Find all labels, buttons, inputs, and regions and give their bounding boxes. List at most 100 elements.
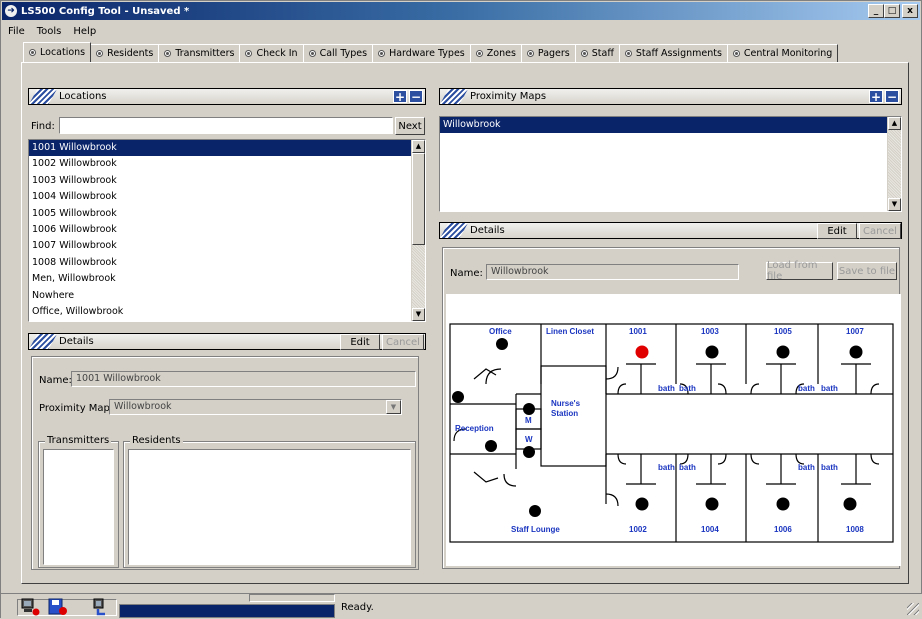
transmitters-list[interactable] (43, 449, 114, 565)
bath-label: bath (798, 384, 815, 393)
location-marker[interactable] (776, 345, 790, 359)
location-marker[interactable] (705, 345, 719, 359)
tab-check-in[interactable]: Check In (239, 44, 304, 62)
app-window: ➜ LS500 Config Tool - Unsaved * _ □ x Fi… (0, 0, 922, 619)
floor-plan-walls (449, 323, 894, 543)
window-title: LS500 Config Tool - Unsaved * (21, 5, 190, 17)
list-item[interactable]: 1003 Willowbrook (29, 173, 425, 189)
remove-map-button[interactable]: − (885, 90, 899, 103)
list-item[interactable]: 1008 Willowbrook (29, 255, 425, 271)
list-item[interactable]: Men, Willowbrook (29, 271, 425, 287)
location-cancel-button[interactable]: Cancel (382, 334, 424, 350)
tab-locations[interactable]: Locations (23, 42, 92, 62)
list-item[interactable]: 1001 Willowbrook (29, 140, 425, 157)
proximity-map-select[interactable]: Willowbrook (109, 399, 402, 415)
proximity-scrollbar[interactable]: ▲ ▼ (887, 117, 901, 211)
nurses-station-label-2: Station (551, 409, 578, 418)
mens-room-label: M (525, 416, 532, 425)
next-button[interactable]: Next (395, 117, 425, 135)
tab-hardware-types[interactable]: Hardware Types (372, 44, 471, 62)
menu-help[interactable]: Help (67, 26, 102, 37)
network-computer-icon[interactable] (21, 598, 43, 616)
find-label: Find: (31, 121, 55, 132)
proximity-map-label: Proximity Map: (39, 403, 114, 414)
location-marker[interactable] (843, 497, 857, 511)
location-marker[interactable] (635, 497, 649, 511)
status-text: Ready. (341, 602, 374, 613)
tab-bullet-icon (96, 50, 104, 57)
add-location-button[interactable]: + (393, 90, 407, 103)
menu-tools[interactable]: Tools (31, 26, 68, 37)
room-label-1002: 1002 (629, 525, 647, 534)
location-marker[interactable] (776, 497, 790, 511)
map-name-label: Name: (450, 268, 483, 279)
tab-residents[interactable]: Residents (90, 44, 160, 62)
proximity-maps-list[interactable]: Willowbrook ▲ ▼ (439, 116, 902, 212)
find-input[interactable] (59, 117, 393, 134)
location-marker[interactable] (705, 497, 719, 511)
scroll-up-icon[interactable]: ▲ (412, 140, 425, 153)
tab-call-types[interactable]: Call Types (302, 44, 374, 62)
residents-list[interactable] (128, 449, 411, 565)
tab-central-monitoring[interactable]: Central Monitoring (726, 44, 839, 62)
tab-staff[interactable]: Staff (574, 44, 620, 62)
load-from-file-button[interactable]: Load from file (766, 260, 833, 282)
transmitters-label: Transmitters (45, 435, 112, 446)
close-button[interactable]: x (902, 4, 918, 18)
tab-pagers[interactable]: Pagers (520, 44, 576, 62)
list-item[interactable]: 1002 Willowbrook (29, 156, 425, 172)
list-item[interactable]: Nowhere (29, 288, 425, 304)
floor-plan-map[interactable]: Office Linen Closet Nurse's Station Rece… (446, 294, 901, 566)
location-marker[interactable] (496, 338, 508, 350)
map-details-title: Details (470, 225, 505, 236)
menu-file[interactable]: File (2, 26, 31, 37)
location-marker[interactable] (529, 505, 541, 517)
scroll-down-icon[interactable]: ▼ (412, 308, 425, 321)
selected-location-marker[interactable] (635, 345, 649, 359)
tab-label: Transmitters (175, 48, 235, 59)
add-map-button[interactable]: + (869, 90, 883, 103)
list-item[interactable]: Willowbrook (440, 117, 901, 134)
list-item[interactable]: 1007 Willowbrook (29, 238, 425, 254)
list-item[interactable]: 1006 Willowbrook (29, 222, 425, 238)
location-marker[interactable] (849, 345, 863, 359)
title-bar[interactable]: ➜ LS500 Config Tool - Unsaved * _ □ x (2, 2, 920, 20)
map-edit-button[interactable]: Edit (817, 223, 857, 239)
header-stripe-icon (29, 334, 57, 349)
transmitter-device-icon[interactable] (93, 598, 115, 616)
scroll-thumb[interactable] (412, 153, 425, 245)
minimize-button[interactable]: _ (868, 4, 884, 18)
location-marker[interactable] (523, 403, 535, 415)
locations-scrollbar[interactable]: ▲ ▼ (411, 140, 425, 321)
tab-transmitters[interactable]: Transmitters (158, 44, 241, 62)
disk-save-icon[interactable] (47, 598, 69, 616)
list-item[interactable]: Office, Willowbrook (29, 304, 425, 320)
locations-list[interactable]: 1001 Willowbrook 1002 Willowbrook 1003 W… (28, 139, 426, 322)
remove-location-button[interactable]: − (409, 90, 423, 103)
bath-label: bath (821, 384, 838, 393)
map-name-field[interactable]: Willowbrook (486, 264, 739, 280)
list-item[interactable]: 1005 Willowbrook (29, 206, 425, 222)
location-name-field[interactable]: 1001 Willowbrook (71, 371, 416, 387)
room-label-1001: 1001 (629, 327, 647, 336)
scroll-down-icon[interactable]: ▼ (888, 198, 901, 211)
location-marker[interactable] (485, 440, 497, 452)
location-marker[interactable] (452, 391, 464, 403)
maximize-button[interactable]: □ (884, 4, 900, 18)
status-divider (249, 594, 335, 602)
tab-label: Central Monitoring (743, 48, 833, 59)
save-to-file-button[interactable]: Save to file (837, 262, 897, 280)
resize-grip-icon[interactable] (907, 603, 919, 615)
tab-zones[interactable]: Zones (469, 44, 522, 62)
location-marker[interactable] (523, 446, 535, 458)
residents-label: Residents (130, 435, 183, 446)
scroll-up-icon[interactable]: ▲ (888, 117, 901, 130)
location-edit-button[interactable]: Edit (340, 334, 380, 350)
chevron-down-icon[interactable]: ▼ (386, 400, 401, 414)
list-item[interactable]: 1004 Willowbrook (29, 189, 425, 205)
staff-lounge-label: Staff Lounge (511, 525, 560, 534)
proximity-maps-title: Proximity Maps (470, 91, 547, 102)
tab-staff-assignments[interactable]: Staff Assignments (618, 44, 728, 62)
tab-bullet-icon (164, 50, 172, 57)
map-cancel-button[interactable]: Cancel (859, 223, 901, 239)
